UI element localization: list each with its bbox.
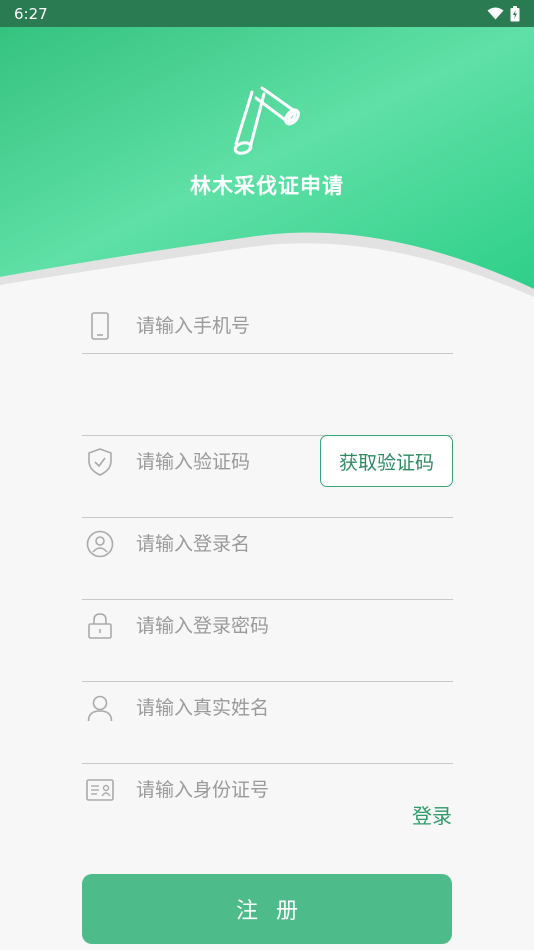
wifi-icon — [487, 7, 504, 20]
phone-input[interactable] — [136, 308, 356, 344]
phone-icon — [86, 312, 114, 340]
status-time: 6:27 — [14, 4, 48, 23]
register-button[interactable]: 注册 — [82, 874, 452, 944]
phone-field — [82, 300, 453, 354]
login-link[interactable]: 登录 — [412, 800, 452, 829]
status-bar: 6:27 — [0, 0, 534, 27]
app-title: 林木采伐证申请 — [190, 174, 344, 198]
status-icons — [487, 5, 520, 22]
idcard-input[interactable] — [136, 772, 356, 808]
password-field — [82, 518, 453, 644]
logs-icon — [228, 82, 304, 162]
battery-icon — [510, 5, 520, 21]
registration-form: 获取验证码 — [82, 300, 453, 808]
idcard-field — [82, 682, 453, 808]
username-field — [82, 436, 453, 562]
code-field: 获取验证码 — [82, 354, 453, 487]
realname-field — [82, 600, 453, 726]
id-card-icon — [86, 776, 114, 804]
